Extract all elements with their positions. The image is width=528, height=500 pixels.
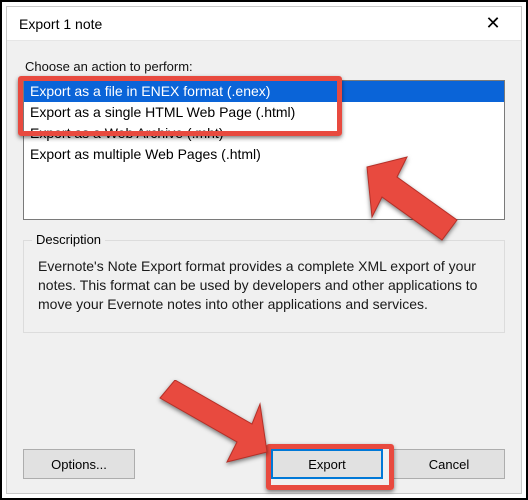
screenshot-frame: Export 1 note ✕ Choose an action to perf… xyxy=(0,0,528,500)
option-single-html[interactable]: Export as a single HTML Web Page (.html) xyxy=(24,102,504,123)
description-group: Description Evernote's Note Export forma… xyxy=(23,240,505,333)
close-icon[interactable]: ✕ xyxy=(473,10,513,38)
dialog-body: Choose an action to perform: Export as a… xyxy=(7,41,521,493)
option-multiple-html[interactable]: Export as multiple Web Pages (.html) xyxy=(24,144,504,165)
option-web-archive[interactable]: Export as a Web Archive (.mht) xyxy=(24,123,504,144)
export-button[interactable]: Export xyxy=(271,449,383,479)
description-label: Description xyxy=(32,232,105,247)
window-title: Export 1 note xyxy=(19,7,102,41)
export-dialog: Export 1 note ✕ Choose an action to perf… xyxy=(6,6,522,494)
description-text: Evernote's Note Export format provides a… xyxy=(38,257,490,314)
cancel-button[interactable]: Cancel xyxy=(393,449,505,479)
titlebar: Export 1 note ✕ xyxy=(7,7,521,41)
options-button[interactable]: Options... xyxy=(23,449,135,479)
export-action-listbox[interactable]: Export as a file in ENEX format (.enex) … xyxy=(23,80,505,220)
action-prompt-label: Choose an action to perform: xyxy=(25,59,505,74)
button-row: Options... Export Cancel xyxy=(23,435,505,479)
option-enex[interactable]: Export as a file in ENEX format (.enex) xyxy=(24,81,504,102)
